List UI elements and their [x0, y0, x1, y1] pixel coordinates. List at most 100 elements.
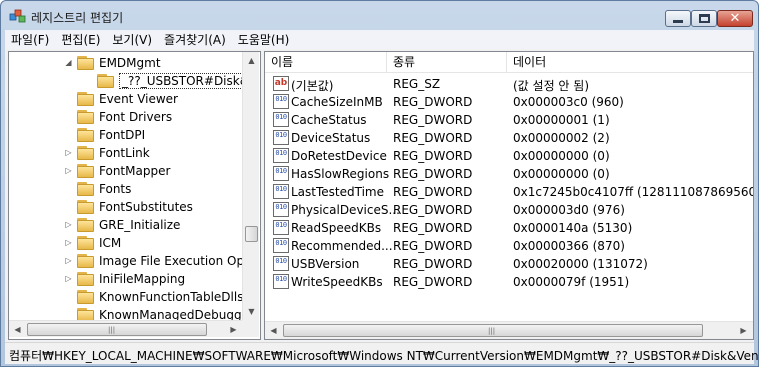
menu-edit[interactable]: 편집(E): [55, 31, 106, 48]
list-item[interactable]: 010 DoRetestDevice REG_DWORD 0x00000000 (0): [265, 147, 753, 165]
tree-item[interactable]: Fonts: [9, 180, 242, 198]
scrollbar-corner: [242, 320, 259, 337]
column-header-data[interactable]: 데이터: [507, 52, 753, 73]
tree-vertical-scroll-thumb[interactable]: [245, 226, 258, 242]
scroll-down-icon[interactable]: ▼: [243, 303, 260, 320]
expand-icon[interactable]: ▷: [65, 275, 72, 283]
tree-item-label: FontDPI: [99, 128, 146, 142]
tree-horizontal-scrollbar[interactable]: ◀ ||| ▶: [9, 320, 242, 337]
tree-item-label: Font Drivers: [99, 110, 173, 124]
tree-item[interactable]: ▷ FontLink: [9, 144, 242, 162]
tree-item-label: IniFileMapping: [99, 272, 186, 286]
tree-vertical-scrollbar[interactable]: ▲ ▼: [242, 52, 259, 320]
tree-item[interactable]: ▷ ICM: [9, 234, 242, 252]
tree-item[interactable]: KnownManagedDebugging: [9, 306, 242, 320]
tree-item[interactable]: FontSubstitutes: [9, 198, 242, 216]
expand-icon[interactable]: [65, 203, 72, 210]
column-header-type[interactable]: 종류: [387, 52, 507, 73]
expand-icon[interactable]: ▷: [65, 167, 72, 175]
folder-icon: [77, 128, 94, 142]
tree-item[interactable]: ▷ Image File Execution Optio: [9, 252, 242, 270]
expand-icon[interactable]: [65, 95, 72, 102]
menu-help[interactable]: 도움말(H): [232, 31, 296, 48]
expand-icon[interactable]: ▷: [65, 257, 72, 265]
close-button[interactable]: ✕: [717, 10, 753, 27]
grip-icon: |||: [488, 327, 496, 335]
list-item[interactable]: ab (기본값) REG_SZ (값 설정 안 됨): [265, 75, 753, 93]
expand-icon[interactable]: ▷: [65, 221, 72, 229]
list-item[interactable]: 010 ReadSpeedKBs REG_DWORD 0x0000140a (5130…: [265, 219, 753, 237]
menu-bar: 파일(F) 편집(E) 보기(V) 즐겨찾기(A) 도움말(H): [5, 30, 754, 49]
list-item[interactable]: 010 LastTestedTime REG_DWORD 0x1c7245b0c410…: [265, 183, 753, 201]
value-data: (값 설정 안 됨): [513, 79, 590, 93]
expand-icon[interactable]: ▷: [65, 149, 72, 157]
value-type: REG_DWORD: [393, 149, 473, 163]
scroll-left-icon[interactable]: ◀: [265, 322, 282, 339]
folder-icon: [77, 110, 94, 124]
value-name: WriteSpeedKBs: [291, 275, 383, 289]
value-data: 0x00000000 (0): [513, 167, 610, 181]
tree-item-label: ICM: [99, 236, 122, 250]
scroll-up-icon[interactable]: ▲: [243, 52, 260, 69]
list-item[interactable]: 010 USBVersion REG_DWORD 0x00020000 (131072…: [265, 255, 753, 273]
tree-item[interactable]: KnownFunctionTableDlls: [9, 288, 242, 306]
registry-editor-window: 레지스트리 편집기 ✕ 파일(F) 편집(E) 보기(V) 즐겨찾기(A) 도움…: [0, 0, 759, 367]
tree-horizontal-scroll-thumb[interactable]: |||: [27, 323, 207, 336]
tree-item-label: FontMapper: [99, 164, 171, 178]
tree-item[interactable]: _??_USBSTOR#Disk&Ve: [9, 72, 242, 90]
expand-icon[interactable]: [65, 185, 72, 192]
tree-item[interactable]: Event Viewer: [9, 90, 242, 108]
value-data: 0x00000000 (0): [513, 149, 610, 163]
status-bar: 컴퓨터₩HKEY_LOCAL_MACHINE₩SOFTWARE₩Microsof…: [5, 342, 758, 364]
menu-view[interactable]: 보기(V): [106, 31, 158, 48]
list-item[interactable]: 010 PhysicalDeviceS... REG_DWORD 0x000003d0…: [265, 201, 753, 219]
key-tree-pane: ◢ EMDMgmt _??_USBSTOR#Disk&Ve Event Viewer F…: [8, 51, 261, 340]
value-name: (기본값): [291, 79, 334, 93]
binary-value-icon: 010: [273, 256, 289, 271]
value-data: 0x000003c0 (960): [513, 95, 624, 109]
tree-item-label: FontLink: [99, 146, 150, 160]
column-header-name[interactable]: 이름: [265, 52, 387, 73]
expand-icon[interactable]: [85, 77, 92, 84]
tree-item[interactable]: FontDPI: [9, 126, 242, 144]
list-item[interactable]: 010 CacheStatus REG_DWORD 0x00000001 (1): [265, 111, 753, 129]
tree-item[interactable]: ▷ GRE_Initialize: [9, 216, 242, 234]
list-horizontal-scroll-thumb[interactable]: |||: [283, 324, 703, 337]
maximize-button[interactable]: [691, 10, 717, 27]
expand-icon[interactable]: [65, 311, 72, 318]
expand-icon[interactable]: [65, 113, 72, 120]
value-type: REG_DWORD: [393, 185, 473, 199]
list-item[interactable]: 010 DeviceStatus REG_DWORD 0x00000002 (2): [265, 129, 753, 147]
scroll-right-icon[interactable]: ▶: [735, 322, 752, 339]
expand-icon[interactable]: [65, 131, 72, 138]
maximize-icon: [698, 14, 710, 23]
value-type: REG_DWORD: [393, 113, 473, 127]
scroll-left-icon[interactable]: ◀: [9, 321, 26, 338]
minimize-icon: [673, 20, 683, 23]
menu-file[interactable]: 파일(F): [5, 31, 55, 48]
binary-value-icon: 010: [273, 238, 289, 253]
value-name: PhysicalDeviceS...: [291, 203, 400, 217]
list-item[interactable]: 010 CacheSizeInMB REG_DWORD 0x000003c0 (960…: [265, 93, 753, 111]
tree-item[interactable]: ◢ EMDMgmt: [9, 54, 242, 72]
menu-favorites[interactable]: 즐겨찾기(A): [158, 31, 232, 48]
collapse-icon[interactable]: ◢: [65, 59, 72, 67]
expand-icon[interactable]: [65, 293, 72, 300]
key-tree: ◢ EMDMgmt _??_USBSTOR#Disk&Ve Event Viewer F…: [9, 52, 242, 320]
close-icon: ✕: [729, 11, 741, 26]
list-item[interactable]: 010 WriteSpeedKBs REG_DWORD 0x0000079f (195…: [265, 273, 753, 291]
value-data: 0x0000140a (5130): [513, 221, 633, 235]
scroll-right-icon[interactable]: ▶: [225, 321, 242, 338]
binary-value-icon: 010: [273, 274, 289, 289]
list-item[interactable]: 010 HasSlowRegions REG_DWORD 0x00000000 (0): [265, 165, 753, 183]
list-item[interactable]: 010 Recommended... REG_DWORD 0x00000366 (87…: [265, 237, 753, 255]
tree-item[interactable]: ▷ FontMapper: [9, 162, 242, 180]
tree-item-label: KnownManagedDebugging: [99, 308, 242, 320]
minimize-button[interactable]: [665, 10, 691, 27]
value-type: REG_DWORD: [393, 275, 473, 289]
expand-icon[interactable]: ▷: [65, 239, 72, 247]
tree-item[interactable]: Font Drivers: [9, 108, 242, 126]
title-bar[interactable]: 레지스트리 편집기 ✕: [1, 1, 758, 30]
list-horizontal-scrollbar[interactable]: ◀ ||| ▶: [265, 321, 753, 339]
tree-item[interactable]: ▷ IniFileMapping: [9, 270, 242, 288]
